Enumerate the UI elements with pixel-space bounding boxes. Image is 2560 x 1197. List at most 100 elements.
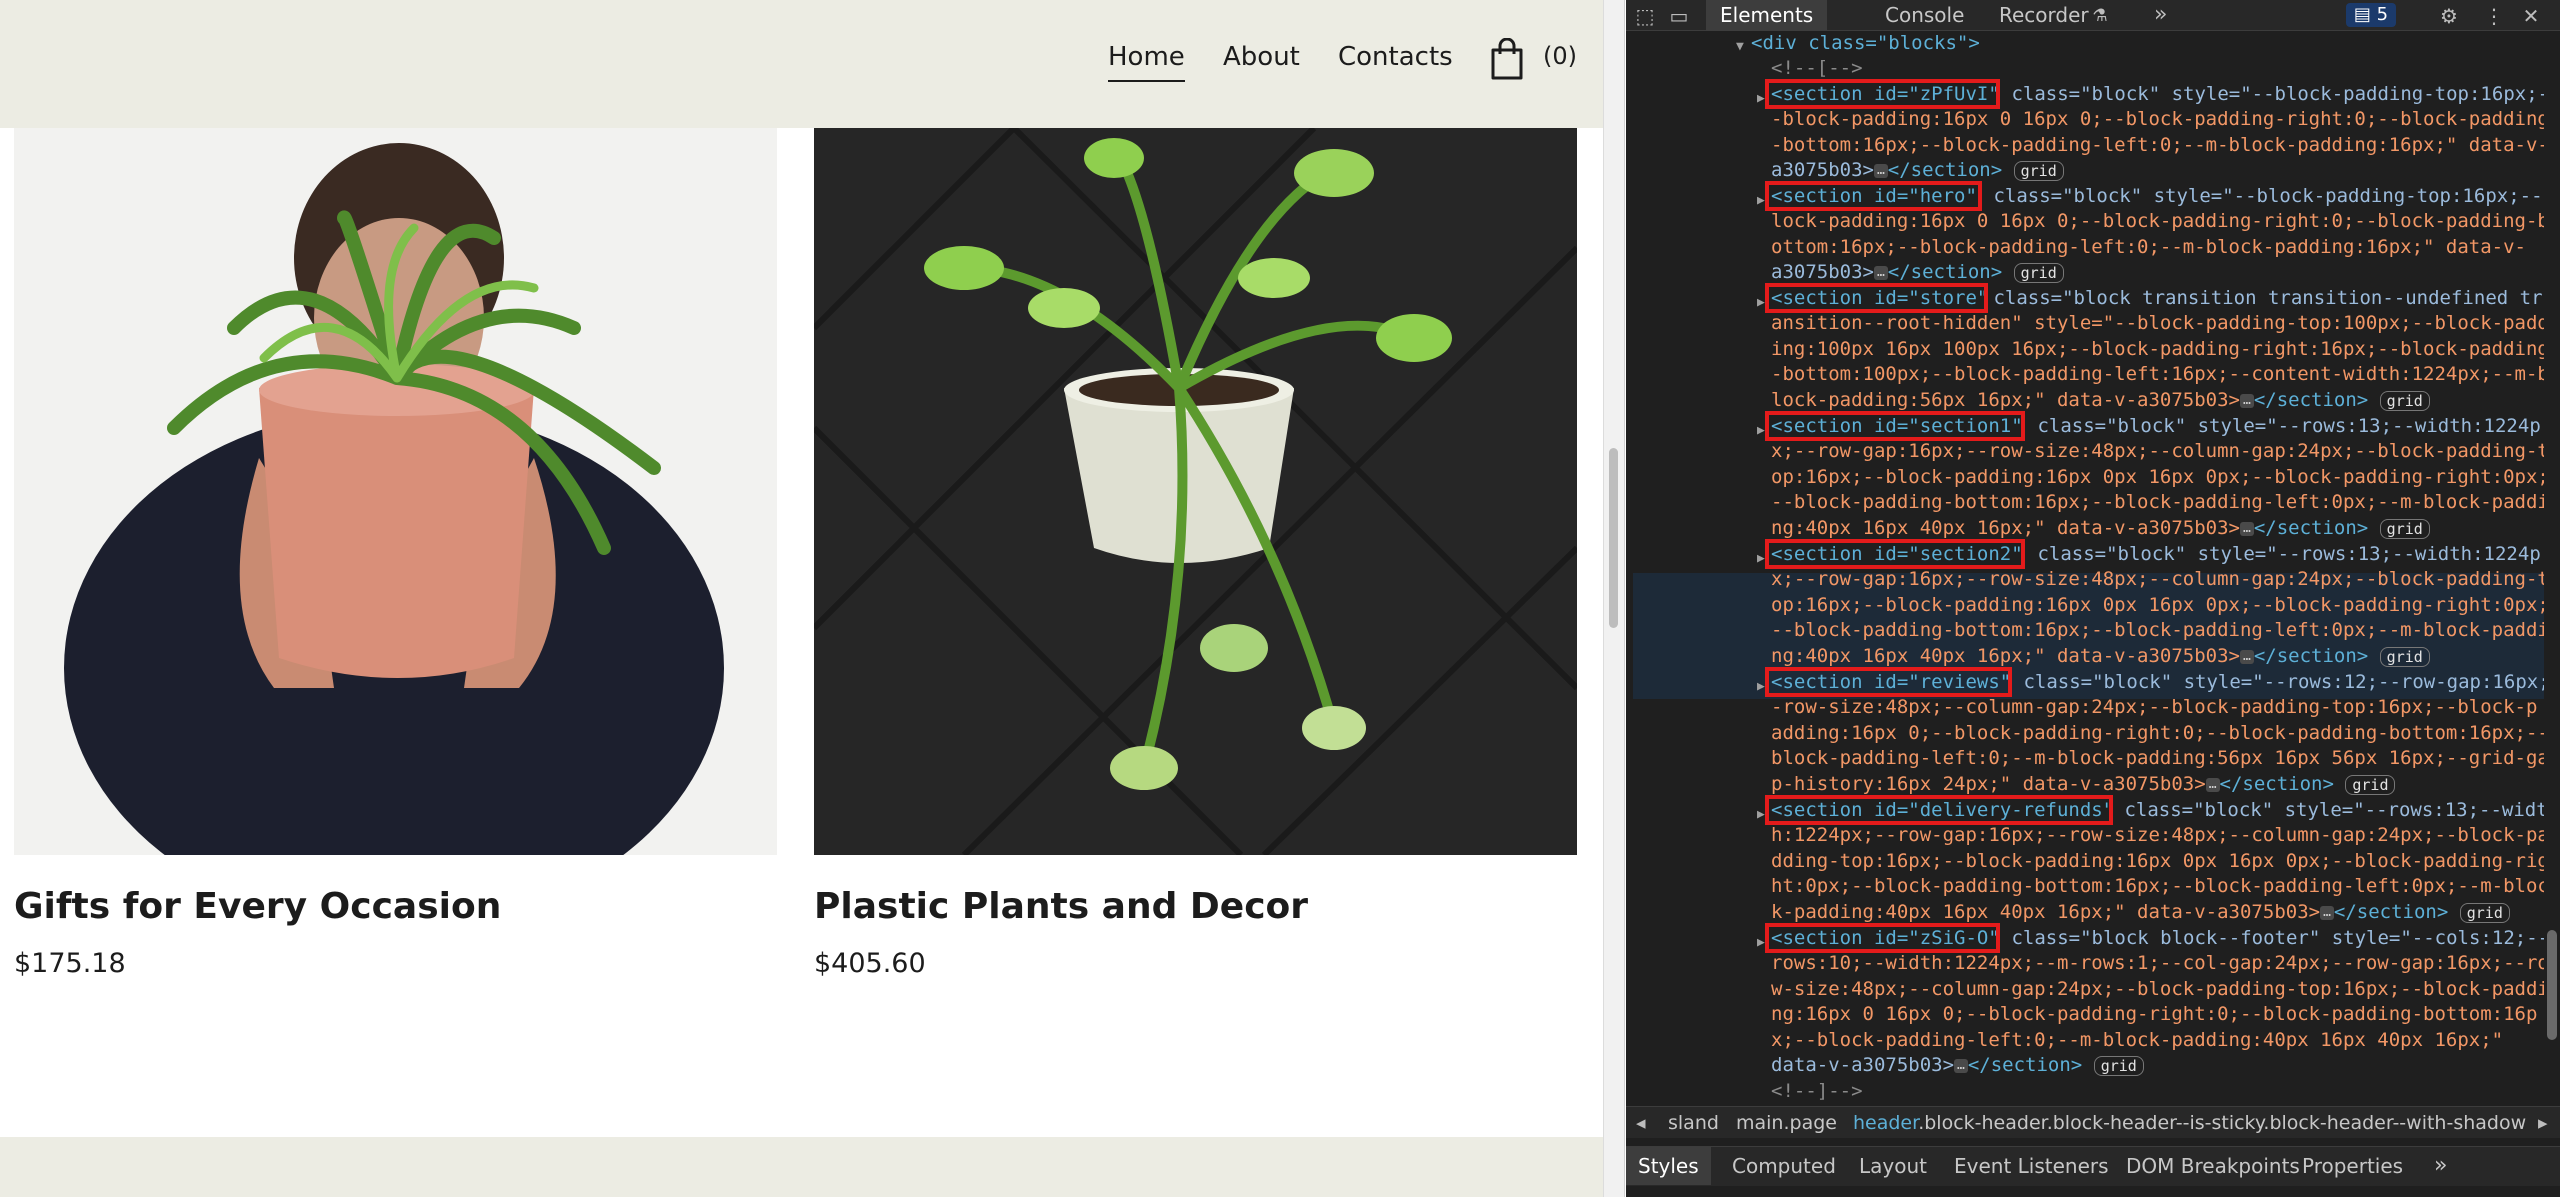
dom-line[interactable]: -row-size:48px;--column-gap:24px;--block… [1771,695,2537,721]
ellipsis-icon[interactable]: … [2240,649,2254,664]
dom-attr: lock-padding:56px 16px;" data-v-a3075b03… [1771,389,2240,411]
gear-icon[interactable]: ⚙ [2436,3,2462,29]
issues-count: 5 [2376,4,2389,25]
dom-line[interactable]: class="block" style="--block-padding-top… [2000,82,2544,108]
dom-line[interactable]: class="block" style="--rows:13;--width:1… [2026,414,2540,440]
ellipsis-icon[interactable]: … [1873,265,1888,280]
issues-badge[interactable]: ▤ 5 [2346,3,2396,27]
tab-layout[interactable]: Layout [1859,1147,1927,1185]
dom-line[interactable]: adding:16px 0;--block-padding-right:0;--… [1771,721,2544,747]
dom-line[interactable]: class="block" style="--rows:13;--width:1… [2026,542,2540,568]
more-tabs-icon[interactable]: » [2154,0,2167,30]
product-image-plastic-plants[interactable] [814,128,1577,855]
product-title[interactable]: Gifts for Every Occasion [14,886,501,927]
expand-triangle-icon[interactable]: ▶ [1757,802,1765,828]
breadcrumb-classes: .block-header.block-header--is-sticky.bl… [1918,1112,2527,1134]
breadcrumb-item-selected[interactable]: header.block-header.block-header--is-sti… [1853,1107,2526,1138]
dom-line[interactable]: x;--block-padding-left:0;--m-block-paddi… [1771,1028,2503,1054]
dom-line[interactable]: class="block transition transition--unde… [1982,286,2542,312]
product-price: $175.18 [14,948,126,979]
grid-badge[interactable]: grid [2013,160,2064,181]
more-tabs-icon[interactable]: » [2434,1147,2447,1185]
device-toolbar-icon[interactable]: ▭ [1666,3,1692,29]
dom-line[interactable]: ottom:16px;--block-padding-left:0;--m-bl… [1771,235,2526,261]
dom-line[interactable]: -block-padding:16px 0 16px 0;--block-pad… [1771,107,2544,133]
ellipsis-icon[interactable]: … [2205,777,2220,792]
dom-line[interactable]: class="block" style="--rows:12;--row-gap… [2012,670,2544,696]
dom-line[interactable]: <div class="blocks"> [1751,31,1980,57]
ellipsis-icon[interactable]: … [2240,521,2254,536]
dom-line[interactable]: ng:16px 0 16px 0;--block-padding-right:0… [1771,1002,2537,1028]
tab-computed[interactable]: Computed [1732,1147,1836,1185]
page-scrollbar-thumb[interactable] [1609,448,1618,628]
dom-line[interactable]: --block-padding-bottom:16px;--block-padd… [1771,618,2544,644]
expand-triangle-icon[interactable]: ▶ [1757,930,1765,956]
dom-line[interactable]: op:16px;--block-padding:16px 0px 16px 0p… [1771,593,2544,619]
dom-line[interactable]: class="block block--footer" style="--col… [2000,926,2544,952]
grid-badge[interactable]: grid [2379,646,2430,667]
cart-count: (0) [1543,42,1577,70]
nav-contacts-link[interactable]: Contacts [1338,42,1453,82]
dom-line[interactable]: --block-padding-bottom:16px;--block-padd… [1771,490,2544,516]
grid-badge[interactable]: grid [2379,390,2430,411]
close-icon[interactable]: ✕ [2518,3,2544,29]
dom-line[interactable]: w-size:48px;--column-gap:24px;--block-pa… [1771,977,2544,1003]
ellipsis-icon[interactable]: … [1873,163,1888,178]
dom-line[interactable]: class="block" style="--block-padding-top… [1982,184,2544,210]
expand-triangle-icon[interactable]: ▶ [1757,290,1765,316]
shopping-bag-icon[interactable] [1490,38,1524,80]
product-image-gifts[interactable] [14,128,777,855]
dom-line[interactable]: ht:0px;--block-padding-bottom:16px;--blo… [1771,874,2544,900]
dom-line[interactable]: op:16px;--block-padding:16px 0px 16px 0p… [1771,465,2544,491]
tab-event-listeners[interactable]: Event Listeners [1954,1147,2109,1185]
tab-dom-breakpoints[interactable]: DOM Breakpoints [2126,1147,2300,1185]
expand-triangle-icon[interactable]: ▶ [1757,674,1765,700]
tab-console[interactable]: Console [1885,0,1964,31]
grid-badge[interactable]: grid [2459,902,2510,923]
ellipsis-icon[interactable]: … [1954,1058,1968,1073]
inspect-element-icon[interactable]: ⬚ [1632,3,1658,29]
expand-triangle-icon[interactable]: ▶ [1757,418,1765,444]
dom-line[interactable]: -bottom:100px;--block-padding-left:16px;… [1771,362,2544,388]
annotation-box [1765,181,1982,211]
kebab-menu-icon[interactable]: ⋮ [2481,3,2507,29]
nav-home-link[interactable]: Home [1108,42,1185,82]
dom-tree-scrollbar-thumb[interactable] [2547,930,2557,1040]
dom-line[interactable]: -bottom:16px;--block-padding-left:0;--m-… [1771,133,2544,159]
tab-styles[interactable]: Styles [1626,1147,1711,1185]
dom-line[interactable]: dding-top:16px;--block-padding:16px 0px … [1771,849,2544,875]
breadcrumb-right-arrow-icon[interactable]: ▸ [2538,1107,2548,1138]
tab-elements[interactable]: Elements [1706,0,1828,31]
grid-badge[interactable]: grid [2379,518,2430,539]
dom-line[interactable]: x;--row-gap:16px;--row-size:48px;--colum… [1771,567,2544,593]
product-title[interactable]: Plastic Plants and Decor [814,886,1308,927]
grid-badge[interactable]: grid [2345,774,2396,795]
dom-line[interactable]: h:1224px;--row-gap:16px;--row-size:48px;… [1771,823,2544,849]
dom-line: k-padding:40px 16px 40px 16px;" data-v-a… [1771,900,2510,926]
expand-triangle-icon[interactable]: ▶ [1757,86,1765,112]
dom-line: a3075b03>… </section> grid [1771,260,2064,286]
expand-triangle-icon[interactable]: ▶ [1757,546,1765,572]
expand-triangle-icon[interactable]: ▶ [1757,188,1765,214]
breadcrumb-item[interactable]: sland [1668,1107,1719,1138]
grid-badge[interactable]: grid [2093,1055,2144,1076]
grid-badge[interactable]: grid [2013,262,2064,283]
ellipsis-icon[interactable]: … [2240,393,2254,408]
dom-line[interactable]: ansition--root-hidden" style="--block-pa… [1771,311,2544,337]
dom-comment[interactable]: <!--]--> [1771,1079,1863,1105]
expand-triangle-icon[interactable]: ▼ [1736,34,1744,60]
dom-line[interactable]: block-padding-left:0;--m-block-padding:5… [1771,746,2544,772]
dom-line[interactable]: lock-padding:16px 0 16px 0;--block-paddi… [1771,209,2544,235]
dom-line[interactable]: rows:10;--width:1224px;--m-rows:1;--col-… [1771,951,2544,977]
ellipsis-icon[interactable]: … [2320,905,2334,920]
dom-line[interactable]: x;--row-gap:16px;--row-size:48px;--colum… [1771,439,2544,465]
breadcrumb-left-arrow-icon[interactable]: ◂ [1636,1107,1646,1138]
dom-line[interactable]: class="block" style="--rows:13;--widt [2113,798,2544,824]
breadcrumb-item[interactable]: main.page [1736,1107,1837,1138]
dom-comment[interactable]: <!--[--> [1771,56,1863,82]
nav-about-link[interactable]: About [1223,42,1300,82]
dom-line[interactable]: ing:100px 16px 100px 16px;--block-paddin… [1771,337,2544,363]
tab-recorder[interactable]: Recorder [1999,0,2089,31]
dom-attr: ng:40px 16px 40px 16px;" data-v-a3075b03… [1771,645,2240,667]
tab-properties[interactable]: Properties [2302,1147,2403,1185]
